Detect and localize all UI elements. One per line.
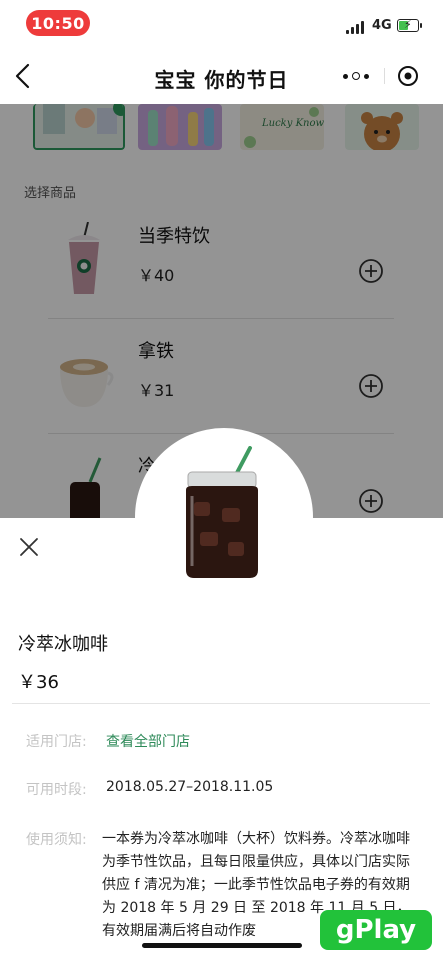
home-indicator[interactable]: [142, 943, 302, 948]
notice-label: 使用须知:: [26, 832, 87, 848]
status-bar: 10:50 4G ⚡: [0, 0, 443, 48]
battery-tip: [420, 23, 422, 28]
status-time: 10:50: [26, 10, 90, 36]
product-detail-price: ￥36: [18, 672, 59, 693]
close-miniprogram-button[interactable]: [396, 64, 420, 88]
battery-icon: ⚡: [397, 18, 419, 32]
mini-program-capsule: [332, 60, 428, 92]
cold-brew-jar-image: [186, 446, 258, 578]
period-value: 2018.05.27–2018.11.05: [106, 779, 274, 795]
close-icon[interactable]: [18, 536, 40, 558]
nav-bar: 宝宝 你的节日: [0, 48, 443, 104]
network-type: 4G: [372, 18, 392, 33]
divider: [12, 703, 430, 704]
product-detail-name: 冷萃冰咖啡: [18, 634, 108, 655]
more-dots-icon: [343, 73, 348, 79]
view-all-stores-link[interactable]: 查看全部门店: [106, 731, 190, 751]
signal-icon: [346, 20, 368, 34]
store-label: 适用门店:: [26, 734, 87, 750]
more-button[interactable]: [332, 60, 380, 92]
target-icon: [398, 66, 418, 86]
period-label: 可用时段:: [26, 782, 87, 798]
watermark-logo: gPlay: [320, 910, 432, 950]
